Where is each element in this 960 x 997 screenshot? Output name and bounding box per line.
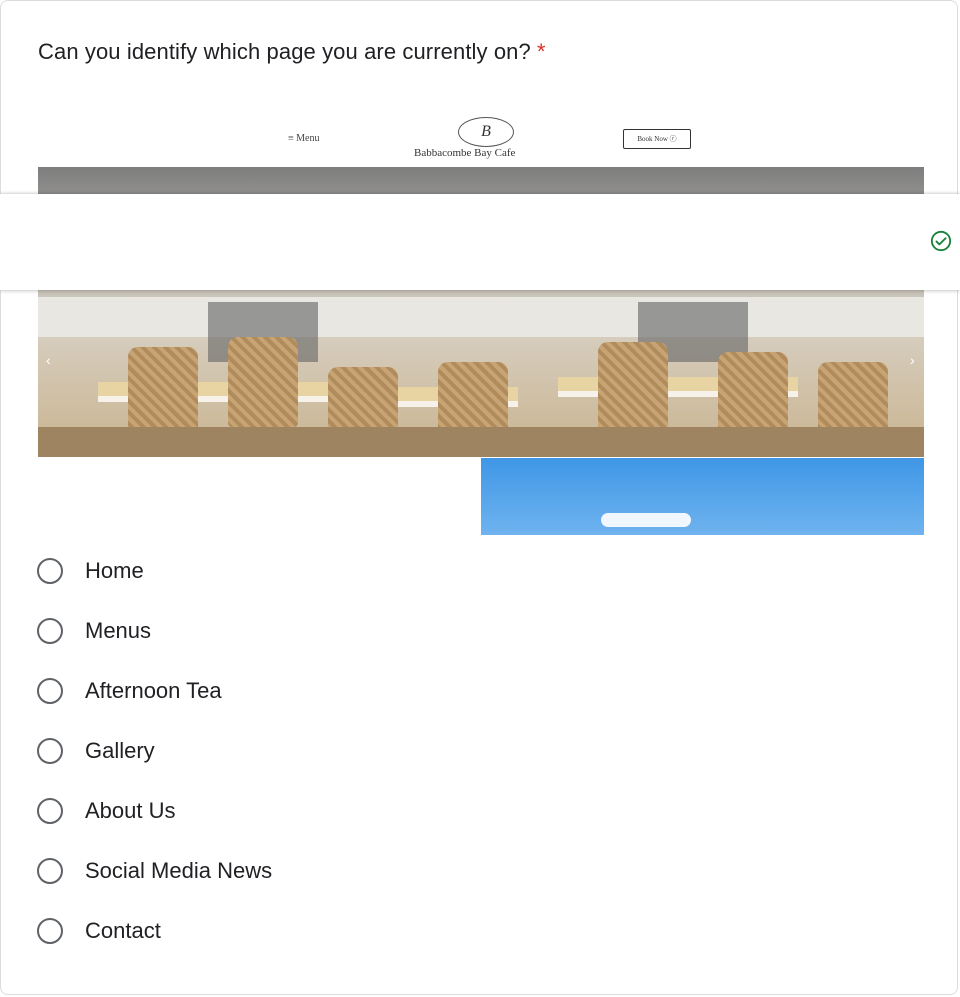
radio-button[interactable] [37, 558, 63, 584]
option-label: Social Media News [85, 858, 273, 883]
site-menu-link: ≡ Menu [288, 133, 320, 144]
question-image: ≡ Menu B Babbacombe Bay Cafe Book Now ⓡ … [38, 117, 924, 535]
question-text: Can you identify which page you are curr… [38, 39, 531, 64]
check-circle-icon [930, 230, 952, 252]
status-banner [0, 194, 960, 290]
option-contact[interactable]: Contact [37, 916, 161, 946]
hero-chair [598, 342, 668, 432]
radio-button[interactable] [37, 678, 63, 704]
hero-chair [228, 337, 298, 427]
hero-floor [38, 427, 924, 457]
option-social-media-news[interactable]: Social Media News [37, 856, 272, 886]
option-label: Afternoon Tea [85, 678, 222, 703]
option-gallery[interactable]: Gallery [37, 736, 155, 766]
sky-cloud [601, 513, 691, 527]
radio-button[interactable] [37, 798, 63, 824]
option-about-us[interactable]: About Us [37, 796, 176, 826]
site-name: Babbacombe Bay Cafe [414, 147, 516, 159]
option-label: Gallery [85, 738, 155, 763]
option-menus[interactable]: Menus [37, 616, 151, 646]
option-afternoon-tea[interactable]: Afternoon Tea [37, 676, 222, 706]
radio-button[interactable] [37, 618, 63, 644]
required-asterisk: * [536, 39, 546, 64]
radio-button[interactable] [37, 918, 63, 944]
option-label: Home [85, 558, 144, 583]
question-card: Can you identify which page you are curr… [0, 0, 958, 995]
question-title: Can you identify which page you are curr… [38, 39, 546, 65]
option-label: Menus [85, 618, 152, 643]
site-header: ≡ Menu B Babbacombe Bay Cafe Book Now ⓡ [38, 117, 924, 167]
radio-button[interactable] [37, 738, 63, 764]
hero-wall [38, 297, 924, 337]
radio-button[interactable] [37, 858, 63, 884]
hero-prev-arrow-icon: ‹ [46, 352, 51, 368]
hero-chair [128, 347, 198, 437]
site-logo: B [458, 117, 514, 147]
option-label: About Us [85, 798, 176, 823]
sky-photo [481, 458, 924, 535]
option-label: Contact [85, 918, 161, 943]
site-book-button: Book Now ⓡ [623, 129, 691, 149]
option-home[interactable]: Home [37, 556, 144, 586]
hero-next-arrow-icon: › [910, 352, 915, 368]
